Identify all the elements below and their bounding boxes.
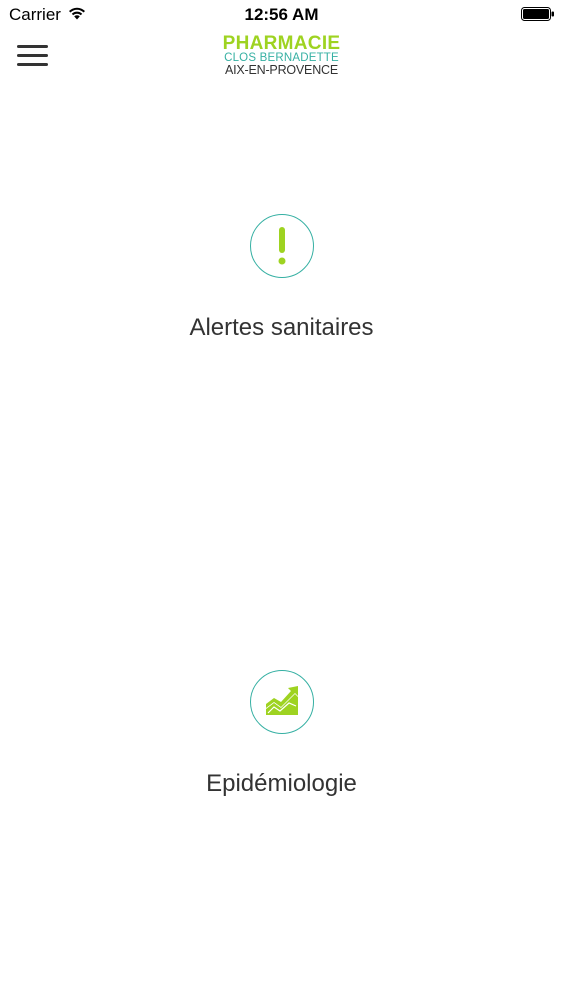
- battery-icon: [521, 7, 554, 21]
- menu-item-epidemiologie[interactable]: Epidémiologie: [0, 670, 563, 810]
- pharmacy-logo: PHARMACIE CLOS BERNADETTE AIX-EN-PROVENC…: [0, 33, 563, 77]
- navigation-bar: PHARMACIE CLOS BERNADETTE AIX-EN-PROVENC…: [0, 30, 563, 82]
- trend-chart-icon: [249, 670, 314, 734]
- exclamation-icon: [249, 214, 314, 278]
- logo-line-3: AIX-EN-PROVENCE: [225, 63, 338, 77]
- menu-item-label: Epidémiologie: [206, 770, 357, 797]
- status-bar: Carrier 12:56 AM: [0, 0, 563, 30]
- logo-line-1: PHARMACIE: [222, 33, 341, 54]
- menu-item-alertes-sanitaires[interactable]: Alertes sanitaires: [0, 214, 563, 354]
- menu-item-label: Alertes sanitaires: [189, 314, 374, 341]
- status-time: 12:56 AM: [244, 5, 319, 24]
